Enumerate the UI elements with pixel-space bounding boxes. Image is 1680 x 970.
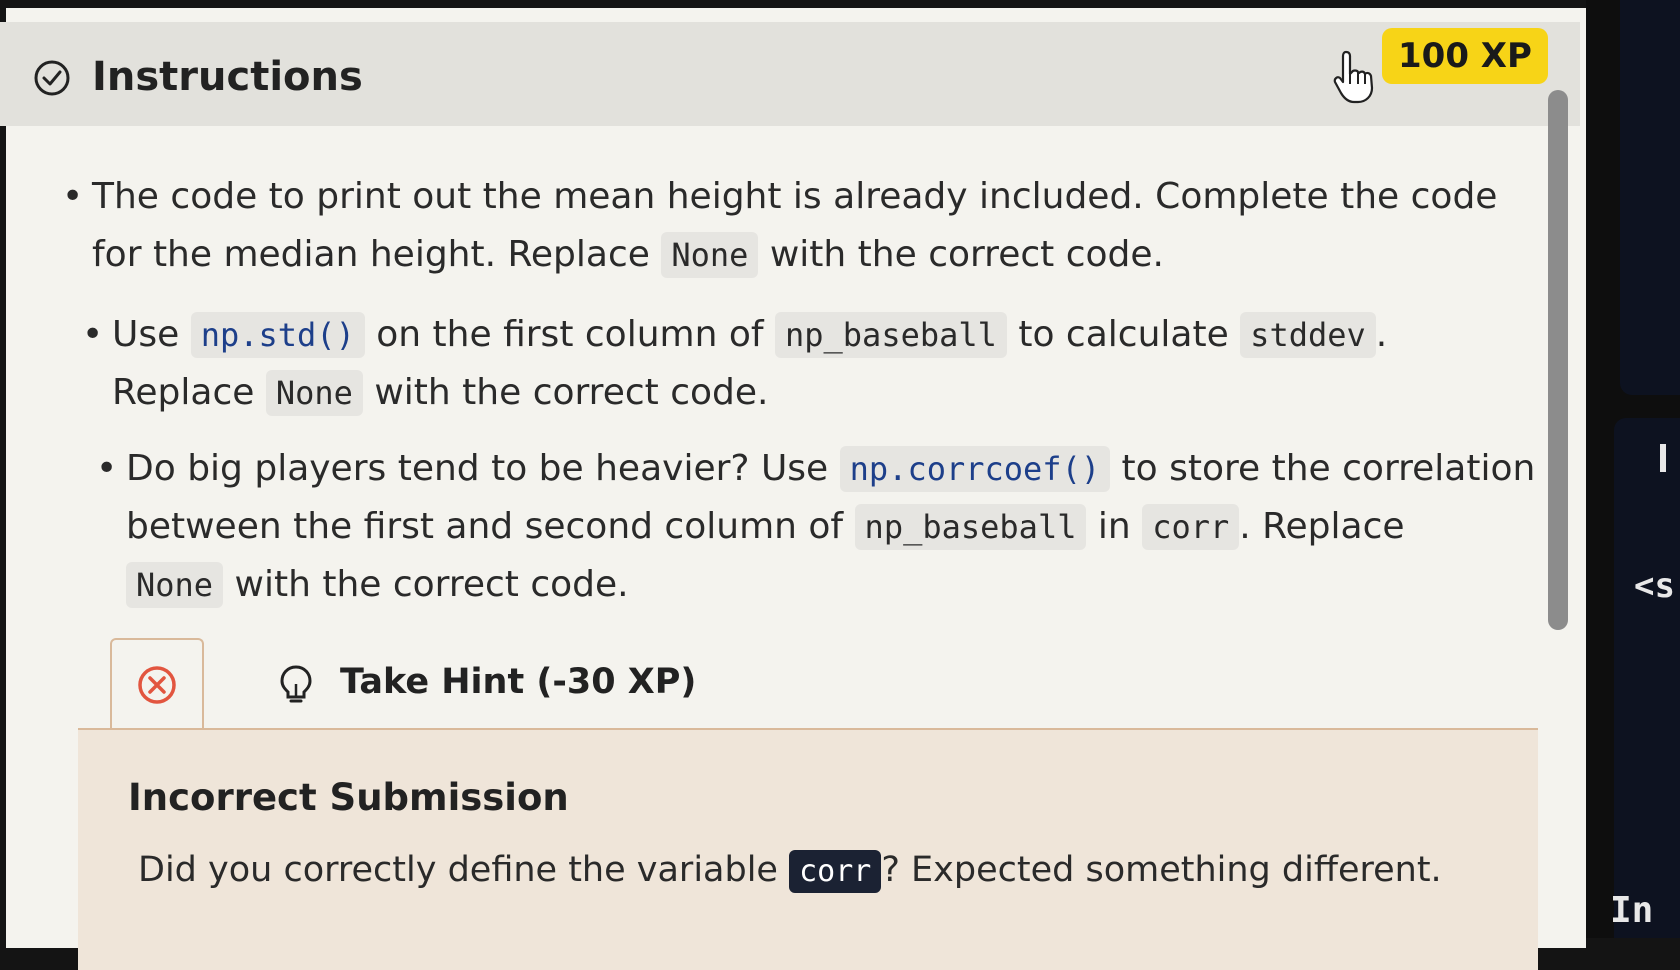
hand-cursor-icon	[1333, 50, 1374, 104]
side-panel-bottom	[1614, 418, 1680, 938]
instruction-item-3: • Do big players tend to be heavier? Use…	[96, 440, 1536, 614]
code-corr-highlight: corr	[789, 850, 882, 893]
scrollbar-thumb[interactable]	[1548, 90, 1568, 630]
lightbulb-icon	[280, 665, 312, 703]
code-none: None	[661, 232, 759, 278]
feedback-panel: Incorrect Submission Did you correctly d…	[78, 728, 1538, 970]
code-np-baseball: np_baseball	[774, 312, 1007, 358]
feedback-tab[interactable]	[110, 638, 204, 728]
error-x-icon	[138, 666, 176, 704]
bullet-dot: •	[62, 176, 84, 217]
hint-row: Take Hint (-30 XP)	[78, 638, 1538, 728]
feedback-message: Did you correctly define the variable co…	[138, 850, 1442, 893]
instruction-item-1: • The code to print out the mean height …	[62, 168, 1532, 284]
code-none: None	[265, 370, 363, 416]
code-corr: corr	[1142, 504, 1240, 550]
pause-icon[interactable]	[1660, 444, 1680, 472]
instruction-item-2: • Use np.std() on the first column of np…	[82, 306, 1532, 422]
side-code-tag: <s	[1634, 566, 1675, 606]
code-np-baseball: np_baseball	[854, 504, 1087, 550]
side-bottom-text: In	[1610, 890, 1654, 931]
take-hint-button[interactable]: Take Hint (-30 XP)	[340, 662, 696, 702]
check-circle-icon	[34, 60, 70, 96]
xp-badge: 100 XP	[1382, 28, 1548, 84]
code-np-corrcoef: np.corrcoef()	[839, 446, 1111, 492]
code-stddev: stddev	[1240, 312, 1376, 358]
code-none: None	[126, 562, 224, 608]
feedback-title: Incorrect Submission	[128, 776, 569, 819]
instructions-title: Instructions	[92, 54, 363, 100]
code-np-std: np.std()	[190, 312, 365, 358]
bullet-dot: •	[82, 314, 104, 355]
side-panel-top	[1620, 0, 1680, 395]
bullet-dot: •	[96, 448, 118, 489]
